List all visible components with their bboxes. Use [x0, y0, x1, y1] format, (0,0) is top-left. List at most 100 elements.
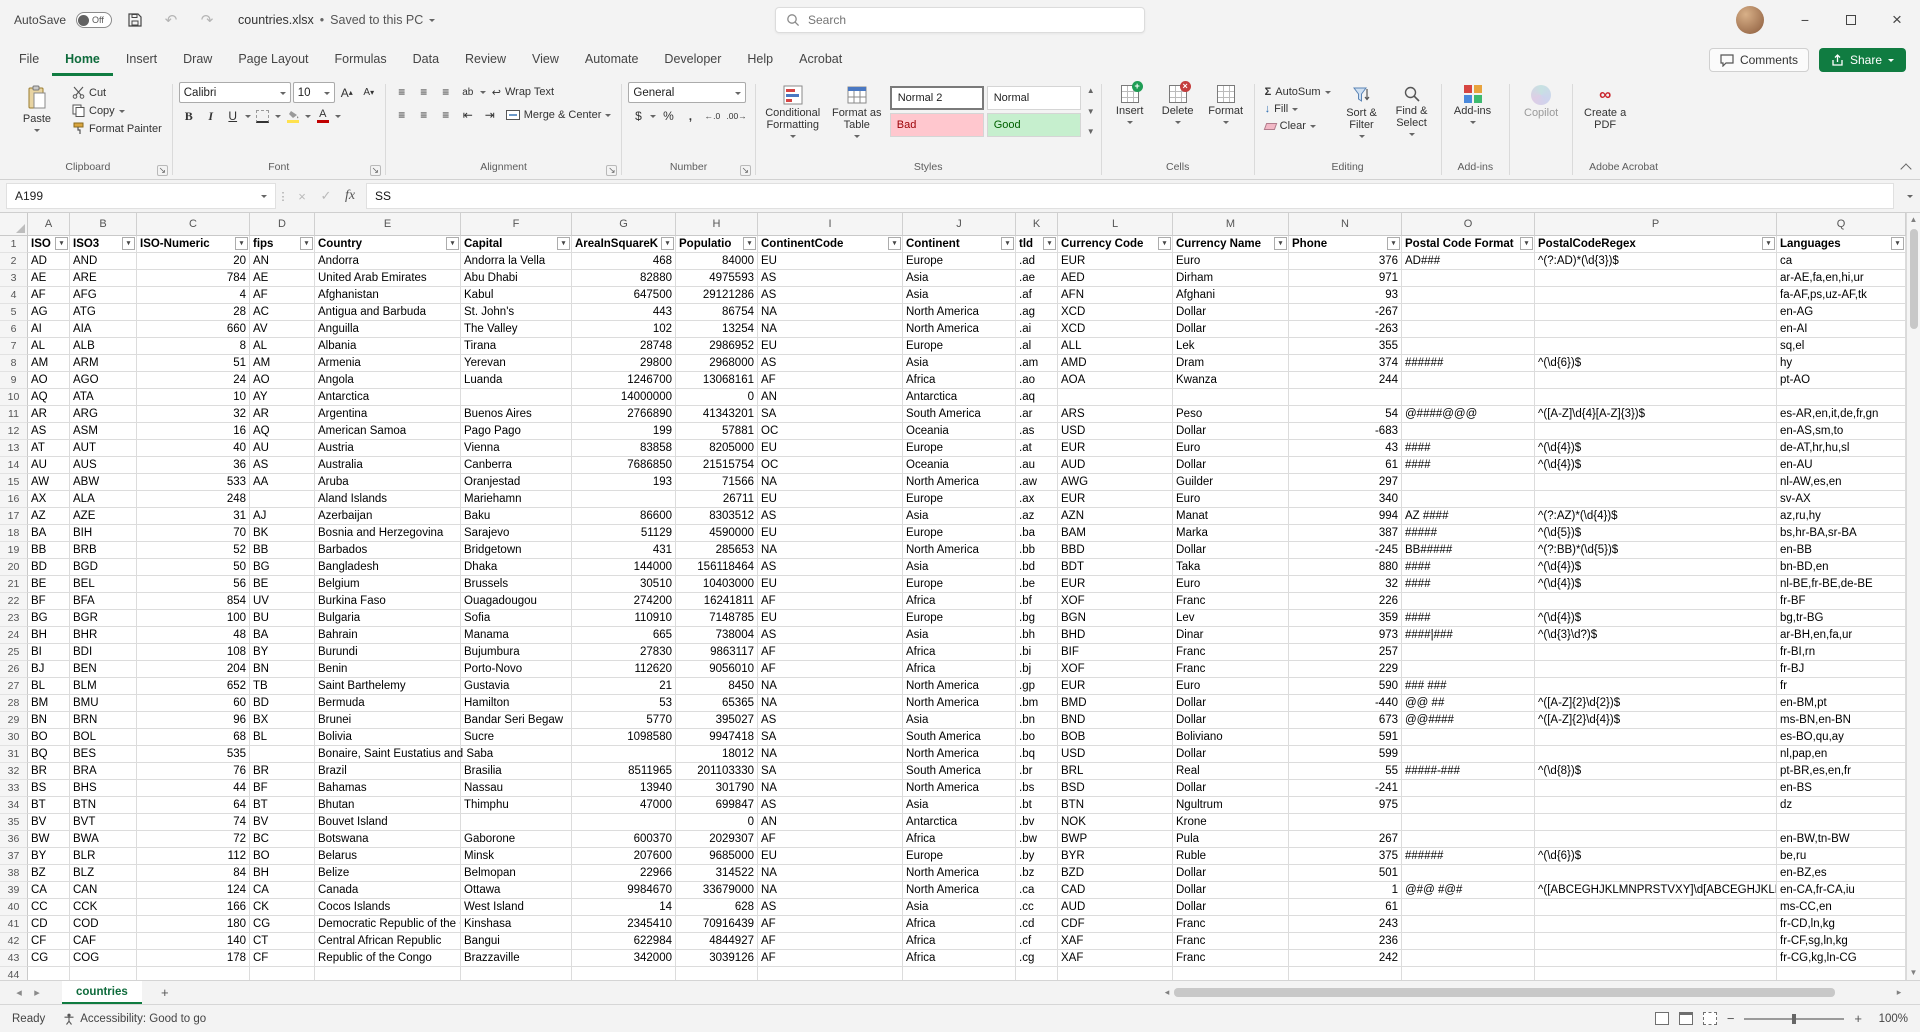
cell[interactable]: Africa	[903, 661, 1016, 678]
clipboard-dialog-launcher-icon[interactable]: ↘	[157, 165, 168, 176]
row-number[interactable]: 14	[0, 457, 28, 474]
cell[interactable]: CG	[28, 950, 70, 967]
conditional-formatting-button[interactable]: Conditional Formatting	[762, 82, 824, 141]
comments-button[interactable]: Comments	[1709, 48, 1809, 72]
scroll-left-icon[interactable]: ◂	[1160, 987, 1174, 998]
cell[interactable]: AM	[28, 355, 70, 372]
cell[interactable]: 26711	[676, 491, 758, 508]
cell[interactable]: Bahrain	[315, 627, 461, 644]
cell[interactable]: Boliviano	[1173, 729, 1289, 746]
cell[interactable]	[1058, 967, 1173, 980]
horizontal-scroll-thumb[interactable]	[1174, 988, 1835, 997]
vertical-scroll-thumb[interactable]	[1910, 229, 1918, 329]
autosave-toggle[interactable]: Off	[76, 12, 112, 28]
header-cell[interactable]: AreaInSquareK▾	[572, 236, 676, 253]
align-right-icon[interactable]: ≡	[436, 105, 456, 125]
align-middle-icon[interactable]: ≡	[414, 82, 434, 102]
cell[interactable]: ####	[1402, 457, 1535, 474]
cell[interactable]: 14000000	[572, 389, 676, 406]
cell[interactable]: ####	[1402, 559, 1535, 576]
cell[interactable]: Bandar Seri Begaw	[461, 712, 572, 729]
cell[interactable]: dz	[1777, 797, 1906, 814]
cell[interactable]: ALL	[1058, 338, 1173, 355]
filter-button[interactable]: ▾	[1520, 237, 1533, 250]
row-number[interactable]: 42	[0, 933, 28, 950]
cell[interactable]: .bg	[1016, 610, 1058, 627]
row-number[interactable]: 27	[0, 678, 28, 695]
avatar[interactable]	[1736, 6, 1764, 34]
cell-style-normal-2[interactable]: Normal 2	[890, 86, 984, 110]
cell[interactable]: BH	[28, 627, 70, 644]
cell[interactable]: Gustavia	[461, 678, 572, 695]
sheet-nav-right-icon[interactable]: ▸	[28, 986, 46, 999]
cell[interactable]: Belmopan	[461, 865, 572, 882]
cell[interactable]: .ca	[1016, 882, 1058, 899]
close-button[interactable]: ×	[1874, 0, 1920, 40]
cell[interactable]: CK	[250, 899, 315, 916]
cell[interactable]: Bulgaria	[315, 610, 461, 627]
filter-button[interactable]: ▾	[1043, 237, 1056, 250]
cell[interactable]: OC	[758, 423, 903, 440]
chevron-down-icon[interactable]	[480, 91, 486, 97]
row-number[interactable]: 35	[0, 814, 28, 831]
cell[interactable]: St. John's	[461, 304, 572, 321]
cell[interactable]: BT	[28, 797, 70, 814]
row-number[interactable]: 8	[0, 355, 28, 372]
cell[interactable]: 21515754	[676, 457, 758, 474]
cell[interactable]: ms-CC,en	[1777, 899, 1906, 916]
cell[interactable]: BBD	[1058, 542, 1173, 559]
cell[interactable]: @####@@@	[1402, 406, 1535, 423]
cell[interactable]: en-BB	[1777, 542, 1906, 559]
chevron-down-icon[interactable]	[335, 115, 341, 121]
filter-button[interactable]: ▾	[1891, 237, 1904, 250]
insert-function-icon[interactable]: fx	[338, 180, 362, 212]
cell[interactable]: 144000	[572, 559, 676, 576]
cell[interactable]: BZD	[1058, 865, 1173, 882]
cell[interactable]	[70, 967, 137, 980]
header-cell[interactable]: ISO-Numeric▾	[137, 236, 250, 253]
cell[interactable]: ^(?:BB)*(\d{5})$	[1535, 542, 1777, 559]
cell[interactable]: BY	[28, 848, 70, 865]
cell[interactable]: AN	[758, 389, 903, 406]
cell[interactable]: Dinar	[1173, 627, 1289, 644]
cell[interactable]: AN	[758, 814, 903, 831]
column-header-m[interactable]: M	[1173, 213, 1289, 236]
row-number[interactable]: 39	[0, 882, 28, 899]
cell[interactable]: AE	[28, 270, 70, 287]
cell[interactable]: -440	[1289, 695, 1402, 712]
zoom-out-button[interactable]: −	[1727, 1011, 1735, 1026]
column-header-p[interactable]: P	[1535, 213, 1777, 236]
cell[interactable]: Canada	[315, 882, 461, 899]
cell[interactable]: 267	[1289, 831, 1402, 848]
cell[interactable]: Luanda	[461, 372, 572, 389]
cell[interactable]: ####|###	[1402, 627, 1535, 644]
cell[interactable]: ^([A-Z]{2}\d{4})$	[1535, 712, 1777, 729]
font-dialog-launcher-icon[interactable]: ↘	[370, 165, 381, 176]
cell[interactable]: 16241811	[676, 593, 758, 610]
cell-style-bad[interactable]: Bad	[890, 113, 984, 137]
cell[interactable]: 226	[1289, 593, 1402, 610]
cell[interactable]: ^(\d{4})$	[1535, 440, 1777, 457]
cell[interactable]: nl-AW,es,en	[1777, 474, 1906, 491]
cell[interactable]: 8450	[676, 678, 758, 695]
cell[interactable]: NA	[758, 882, 903, 899]
cell[interactable]: .cg	[1016, 950, 1058, 967]
cell[interactable]: 43	[1289, 440, 1402, 457]
cell[interactable]: 180	[137, 916, 250, 933]
sheet-tab-countries[interactable]: countries	[62, 981, 142, 1004]
cell[interactable]: AS	[758, 508, 903, 525]
cell[interactable]: Yerevan	[461, 355, 572, 372]
cell[interactable]: 355	[1289, 338, 1402, 355]
cell[interactable]: Democratic Republic of the C	[315, 916, 461, 933]
cell[interactable]: @#@ #@#	[1402, 882, 1535, 899]
cell[interactable]: AL	[250, 338, 315, 355]
cell[interactable]: 199	[572, 423, 676, 440]
cell[interactable]: BE	[250, 576, 315, 593]
cell[interactable]: 854	[137, 593, 250, 610]
align-center-icon[interactable]: ≡	[414, 105, 434, 125]
column-header-e[interactable]: E	[315, 213, 461, 236]
cell[interactable]: AS	[758, 899, 903, 916]
cell[interactable]: Andorra	[315, 253, 461, 270]
cell[interactable]	[1402, 933, 1535, 950]
cell[interactable]: 204	[137, 661, 250, 678]
